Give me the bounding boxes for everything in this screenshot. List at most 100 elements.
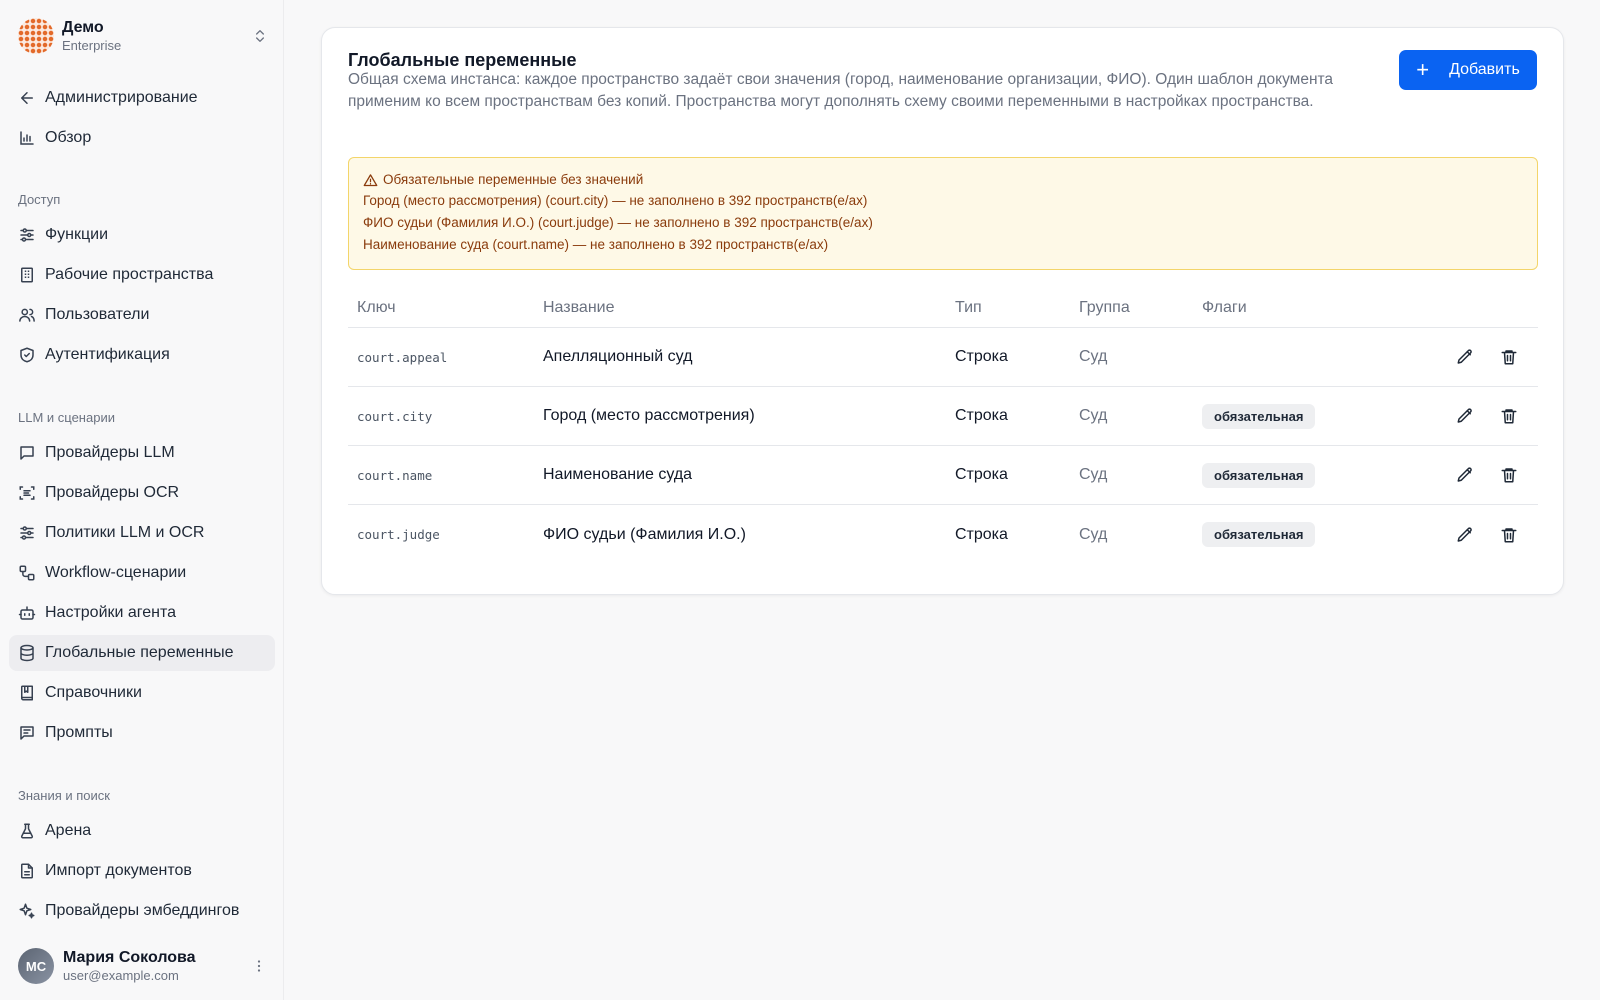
variable-group: Суд — [1079, 407, 1108, 424]
message-square-icon — [20, 446, 34, 460]
warning-line: Город (место рассмотрения) (court.city) … — [363, 193, 868, 208]
variable-type: Строка — [955, 525, 1008, 543]
user-name: Мария Соколова — [63, 949, 196, 966]
sidebar-item-label: Рабочие пространства — [45, 266, 214, 283]
column-header-group: Группа — [1079, 298, 1130, 316]
users-icon — [19, 308, 35, 322]
user-email: user@example.com — [63, 968, 179, 983]
variable-key: court.appeal — [357, 349, 448, 365]
edit-icon[interactable] — [1456, 407, 1474, 425]
trash-icon[interactable] — [1500, 407, 1518, 425]
sidebar-item-label: Справочники — [45, 684, 142, 701]
column-header-key: Ключ — [357, 298, 396, 316]
arrow-left-icon — [21, 92, 33, 104]
workspace-name: Демо — [62, 18, 104, 36]
section-label-access: Доступ — [18, 192, 61, 207]
sidebar-item-label: Функции — [45, 226, 109, 243]
missing-values-warning: Обязательные переменные без значений Гор… — [348, 157, 1538, 270]
sidebar-item-workspaces[interactable]: Рабочие пространства — [9, 257, 275, 293]
warning-line: Наименование суда (court.name) — не запо… — [363, 237, 829, 252]
sliders-icon — [20, 526, 34, 540]
sidebar-item-back-admin[interactable]: Администрирование — [9, 80, 275, 116]
page-title: Глобальные переменные — [348, 50, 577, 70]
sidebar-item-label: Политики LLM и OCR — [45, 524, 205, 541]
sidebar-item-llm-ocr-policies[interactable]: Политики LLM и OCR — [9, 515, 275, 551]
edit-icon[interactable] — [1456, 348, 1474, 366]
required-badge: обязательная — [1202, 522, 1316, 547]
sidebar-item-label: Импорт документов — [45, 862, 192, 879]
alert-triangle-icon — [363, 173, 378, 186]
sidebar-item-auth[interactable]: Аутентификация — [9, 337, 275, 373]
section-label-llm: LLM и сценарии — [18, 410, 115, 425]
chevron-up-down-icon — [256, 30, 264, 42]
database-icon — [20, 644, 34, 662]
workspace-logo — [18, 18, 54, 54]
variable-type: Строка — [955, 407, 1008, 424]
variable-group: Суд — [1079, 466, 1108, 483]
variable-name: Апелляционный суд — [543, 348, 693, 365]
trash-icon[interactable] — [1500, 348, 1518, 366]
sidebar-item-arena[interactable]: Арена — [9, 813, 275, 849]
sidebar-item-dictionaries[interactable]: Справочники — [9, 675, 275, 711]
workspace-plan: Enterprise — [62, 37, 122, 53]
sparkles-icon — [19, 903, 35, 919]
table-row: court.judge ФИО судьи (Фамилия И.О.) Стр… — [348, 505, 1538, 564]
sidebar-item-workflows[interactable]: Workflow-сценарии — [9, 555, 275, 591]
workflow-icon — [19, 565, 35, 581]
building-icon — [21, 267, 33, 283]
sidebar-item-label: Workflow-сценарии — [45, 564, 187, 581]
workspace-switcher[interactable]: Демо Enterprise — [18, 18, 268, 54]
file-text-icon — [21, 863, 33, 879]
variable-key: court.name — [357, 467, 433, 483]
sidebar-item-label: Промпты — [45, 724, 113, 741]
edit-icon[interactable] — [1456, 526, 1474, 544]
table-row: court.city Город (место рассмотрения) Ст… — [348, 387, 1538, 446]
edit-icon[interactable] — [1456, 466, 1474, 484]
sidebar-item-label: Провайдеры эмбеддингов — [45, 902, 240, 919]
sidebar-item-label: Обзор — [45, 129, 92, 146]
sidebar-item-ocr-providers[interactable]: Провайдеры OCR — [9, 475, 275, 511]
sidebar-item-label: Провайдеры OCR — [45, 484, 180, 501]
bar-chart-icon — [20, 131, 34, 145]
sidebar-item-global-variables[interactable]: Глобальные переменные — [9, 635, 275, 671]
global-variables-card: Глобальные переменные Общая схема инстан… — [321, 27, 1564, 595]
column-header-name: Название — [543, 298, 615, 316]
warning-title: Обязательные переменные без значений — [383, 172, 644, 187]
variable-name: ФИО судьи (Фамилия И.О.) — [543, 525, 746, 543]
column-header-flags: Флаги — [1202, 298, 1247, 316]
avatar: МС — [18, 948, 54, 984]
sidebar-item-overview[interactable]: Обзор — [9, 120, 275, 156]
message-text-icon — [20, 726, 34, 740]
sidebar-item-label: Арена — [45, 822, 92, 839]
variable-type: Строка — [955, 348, 1008, 365]
sidebar-item-agent-settings[interactable]: Настройки агента — [9, 595, 275, 631]
user-menu[interactable]: МС Мария Соколова user@example.com — [18, 946, 268, 986]
table-header: Ключ Название Тип Группа Флаги — [348, 288, 1538, 328]
sidebar-item-embedding-providers[interactable]: Провайдеры эмбеддингов — [9, 893, 275, 929]
column-header-type: Тип — [955, 298, 982, 316]
variable-name: Наименование суда — [543, 466, 693, 483]
sidebar-item-document-import[interactable]: Импорт документов — [9, 853, 275, 889]
scan-text-icon — [19, 486, 35, 500]
add-button-label: Добавить — [1449, 61, 1520, 78]
sidebar-item-label: Глобальные переменные — [45, 644, 234, 661]
sidebar-item-prompts[interactable]: Промпты — [9, 715, 275, 751]
trash-icon[interactable] — [1500, 466, 1518, 484]
page-description: Общая схема инстанса: каждое пространств… — [348, 71, 1334, 110]
sidebar-item-label: Пользователи — [45, 306, 150, 323]
sidebar-item-llm-providers[interactable]: Провайдеры LLM — [9, 435, 275, 471]
flask-icon — [20, 823, 34, 839]
book-icon — [21, 685, 33, 701]
sidebar: Демо Enterprise Администрирование Обзор … — [0, 0, 284, 1000]
required-badge: обязательная — [1202, 462, 1316, 488]
section-label-knowledge: Знания и поиск — [18, 788, 110, 803]
shield-icon — [20, 347, 34, 363]
variables-table: Ключ Название Тип Группа Флаги court.app… — [348, 288, 1538, 564]
add-variable-button[interactable]: + Добавить — [1399, 50, 1537, 90]
trash-icon[interactable] — [1500, 526, 1518, 544]
variable-name: Город (место рассмотрения) — [543, 407, 755, 424]
sidebar-item-features[interactable]: Функции — [9, 217, 275, 253]
more-vertical-icon[interactable] — [250, 957, 268, 975]
variable-type: Строка — [955, 466, 1008, 483]
sidebar-item-users[interactable]: Пользователи — [9, 297, 275, 333]
